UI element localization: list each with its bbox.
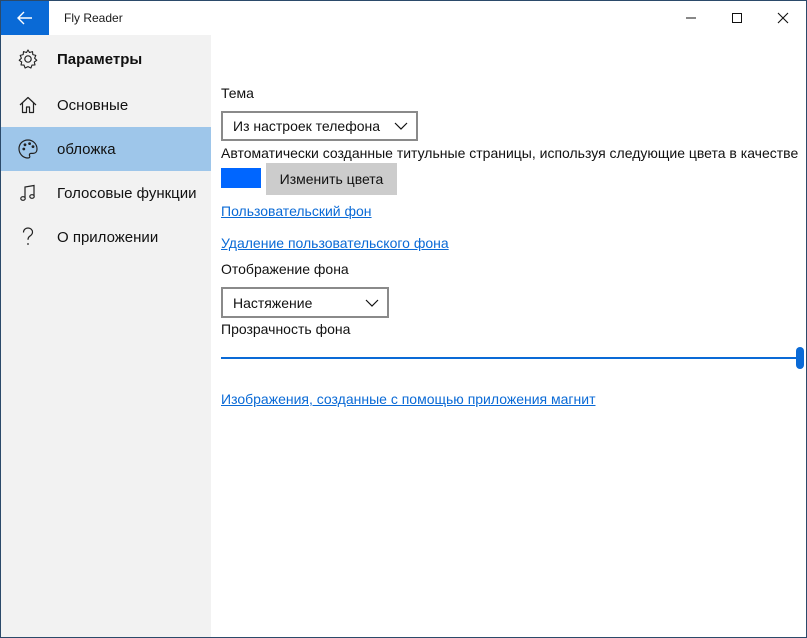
theme-select-value: Из настроек телефона [233, 118, 381, 134]
chevron-down-icon [365, 299, 379, 307]
close-button[interactable] [760, 1, 806, 35]
chevron-down-icon [394, 122, 408, 130]
slider-track [221, 357, 801, 359]
app-window: Fly Reader Параметры Основные обложка Го… [1, 1, 806, 637]
back-button[interactable] [1, 1, 49, 35]
sidebar-item-label: обложка [57, 140, 116, 158]
settings-content: Тема Из настроек телефона Автоматически … [211, 35, 806, 637]
custom-background-link[interactable]: Пользовательский фон [221, 203, 372, 219]
close-icon [777, 12, 789, 24]
background-display-label: Отображение фона [221, 261, 349, 277]
remove-custom-background-link[interactable]: Удаление пользовательского фона [221, 235, 449, 251]
palette-icon [15, 138, 41, 160]
background-display-select[interactable]: Настяжение [221, 287, 389, 318]
auto-pages-text: Автоматически созданные титульные страни… [221, 145, 799, 161]
sidebar-header: Параметры [1, 35, 211, 83]
sidebar: Параметры Основные обложка Голосовые фун… [1, 35, 211, 637]
sidebar-item-label: Основные [57, 96, 129, 114]
question-mark-icon [15, 226, 41, 248]
background-transparency-label: Прозрачность фона [221, 321, 351, 337]
back-arrow-icon [17, 11, 32, 25]
sidebar-item-voice-functions[interactable]: Голосовые функции [1, 171, 211, 215]
sidebar-item-about[interactable]: О приложении [1, 215, 211, 259]
sidebar-item-label: О приложении [57, 228, 159, 246]
theme-select[interactable]: Из настроек телефона [221, 111, 418, 141]
sidebar-item-cover[interactable]: обложка [1, 127, 211, 171]
minimize-icon [686, 17, 696, 19]
color-swatch[interactable] [221, 168, 261, 188]
slider-thumb[interactable] [796, 347, 804, 369]
change-colors-button[interactable]: Изменить цвета [266, 163, 397, 195]
window-controls [668, 1, 806, 35]
magnet-images-link[interactable]: Изображения, созданные с помощью приложе… [221, 391, 596, 407]
gear-icon [15, 48, 41, 70]
minimize-button[interactable] [668, 1, 714, 35]
maximize-button[interactable] [714, 1, 760, 35]
title-bar: Fly Reader [1, 1, 806, 35]
home-icon [15, 95, 41, 115]
theme-label: Тема [221, 85, 254, 101]
sidebar-item-general[interactable]: Основные [1, 83, 211, 127]
background-display-value: Настяжение [233, 294, 313, 311]
app-title: Fly Reader [64, 11, 123, 25]
sidebar-header-label: Параметры [57, 50, 143, 68]
maximize-icon [732, 13, 742, 23]
music-note-icon [15, 183, 41, 203]
sidebar-item-label: Голосовые функции [57, 184, 197, 202]
